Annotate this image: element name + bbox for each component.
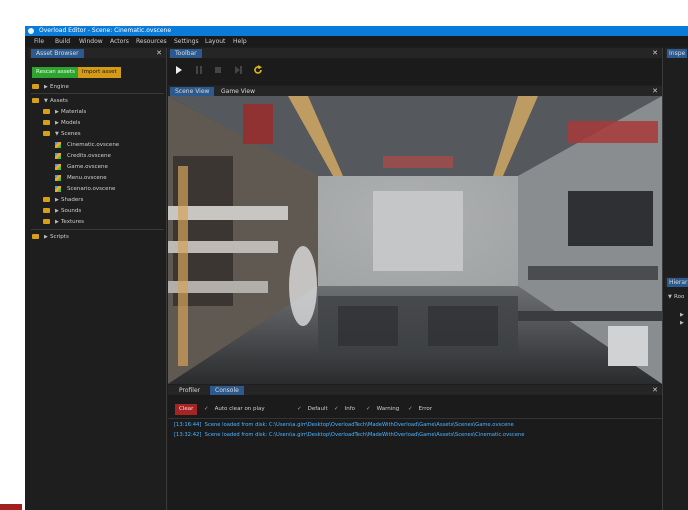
folder-icon xyxy=(43,208,50,213)
hierarchy-item[interactable]: ▶ xyxy=(680,318,686,328)
close-icon[interactable]: ✕ xyxy=(652,48,658,58)
splitter[interactable] xyxy=(166,48,167,510)
scene-file-item[interactable]: Game.ovscene xyxy=(55,162,108,172)
menu-settings[interactable]: Settings xyxy=(174,36,199,47)
divider xyxy=(168,418,662,419)
tab-inspector[interactable]: Inspe xyxy=(667,49,688,58)
folder-icon xyxy=(43,197,50,202)
title-bar: Overload Editor - Scene: Cinematic.ovsce… xyxy=(25,26,688,36)
menu-actors[interactable]: Actors xyxy=(110,36,129,47)
folder-icon xyxy=(32,84,39,89)
menu-help[interactable]: Help xyxy=(233,36,247,47)
scene-file-icon xyxy=(55,174,61,181)
folder-icon xyxy=(43,219,50,224)
menu-build[interactable]: Build xyxy=(55,36,70,47)
asset-browser-panel: Asset Browser ✕ Rescan assets Import ass… xyxy=(29,48,166,510)
tree-item-scripts[interactable]: ▶ Scripts xyxy=(32,232,69,242)
tab-scene-view[interactable]: Scene View xyxy=(170,87,215,96)
close-icon[interactable]: ✕ xyxy=(156,48,162,58)
menu-bar: File Build Window Actors Resources Setti… xyxy=(25,36,688,47)
scene-file-item[interactable]: Cinematic.ovscene xyxy=(55,140,119,150)
menu-resources[interactable]: Resources xyxy=(136,36,167,47)
tree-item-engine[interactable]: ▶ Engine xyxy=(32,82,69,92)
pause-icon[interactable] xyxy=(195,66,203,74)
check-icon: ✓ xyxy=(204,406,209,412)
tree-item-textures[interactable]: ▶ Textures xyxy=(43,217,84,227)
folder-icon xyxy=(43,109,50,114)
scene-file-icon xyxy=(55,163,61,170)
asset-browser-header: Asset Browser ✕ xyxy=(29,48,166,58)
folder-icon xyxy=(43,131,50,136)
tree-item-materials[interactable]: ▶ Materials xyxy=(43,107,86,117)
check-icon: ✓ xyxy=(297,406,302,412)
check-icon: ✓ xyxy=(366,406,371,412)
overload-logo-icon xyxy=(28,28,34,34)
tree-item-scenes[interactable]: ▼ Scenes xyxy=(43,129,81,139)
inspector-panel: Inspe xyxy=(665,48,688,276)
divider xyxy=(31,229,164,230)
menu-layout[interactable]: Layout xyxy=(205,36,225,47)
auto-clear-checkbox[interactable]: ✓ Auto clear on play xyxy=(204,404,265,415)
tree-item-models[interactable]: ▶ Models xyxy=(43,118,80,128)
divider xyxy=(31,93,164,94)
scene-file-icon xyxy=(55,141,61,148)
tab-hierarchy[interactable]: Hierar xyxy=(667,278,688,287)
menu-window[interactable]: Window xyxy=(79,36,103,47)
default-checkbox[interactable]: ✓ Default xyxy=(297,404,328,415)
folder-icon xyxy=(43,120,50,125)
toolbar-header: Toolbar ✕ xyxy=(168,48,662,58)
folder-icon xyxy=(32,98,39,103)
scene-file-item[interactable]: Scenario.ovscene xyxy=(55,184,115,194)
log-entry: [13:16:44] Scene loaded from disk: C:\Us… xyxy=(174,422,514,428)
play-icon[interactable] xyxy=(175,66,183,74)
next-frame-icon[interactable] xyxy=(234,66,243,74)
tree-item-assets[interactable]: ▼ Assets xyxy=(32,96,68,106)
toolbar-panel: Toolbar ✕ xyxy=(168,48,662,85)
import-asset-button[interactable]: Import asset xyxy=(78,67,121,78)
stop-icon[interactable] xyxy=(214,66,222,74)
check-icon: ✓ xyxy=(334,406,339,412)
scene-file-icon xyxy=(55,152,61,159)
hierarchy-panel: Hierar ▼ Roo ▶ ▶ xyxy=(665,277,688,510)
tab-toolbar[interactable]: Toolbar xyxy=(170,49,202,58)
console-header: Profiler Console ✕ xyxy=(168,385,662,395)
splitter[interactable] xyxy=(662,48,663,510)
hierarchy-root[interactable]: ▼ Roo xyxy=(668,292,684,302)
inspector-header: Inspe xyxy=(665,48,688,58)
scene-file-item[interactable]: Credits.ovscene xyxy=(55,151,111,161)
log-entry: [13:32:42] Scene loaded from disk: C:\Us… xyxy=(174,432,525,438)
taskbar-icon[interactable] xyxy=(0,504,22,510)
rescan-assets-button[interactable]: Rescan assets xyxy=(32,67,79,78)
menu-file[interactable]: File xyxy=(34,36,44,47)
tree-item-shaders[interactable]: ▶ Shaders xyxy=(43,195,83,205)
tree-item-sounds[interactable]: ▶ Sounds xyxy=(43,206,81,216)
refresh-icon[interactable] xyxy=(253,65,263,75)
close-icon[interactable]: ✕ xyxy=(652,385,658,395)
tab-game-view[interactable]: Game View xyxy=(216,87,260,96)
viewport-panel: Scene View Game View ✕ xyxy=(168,86,662,384)
folder-icon xyxy=(32,234,39,239)
error-checkbox[interactable]: ✓ Error xyxy=(408,404,432,415)
close-icon[interactable]: ✕ xyxy=(652,86,658,96)
tab-profiler[interactable]: Profiler xyxy=(174,386,205,395)
tab-console[interactable]: Console xyxy=(210,386,244,395)
check-icon: ✓ xyxy=(408,406,413,412)
warning-checkbox[interactable]: ✓ Warning xyxy=(366,404,399,415)
hierarchy-header: Hierar xyxy=(665,277,688,287)
console-panel: Profiler Console ✕ Clear ✓ Auto clear on … xyxy=(168,385,662,510)
viewport-header: Scene View Game View ✕ xyxy=(168,86,662,96)
editor-window: Overload Editor - Scene: Cinematic.ovsce… xyxy=(25,26,688,510)
clear-button[interactable]: Clear xyxy=(175,404,198,415)
chevron-right-icon: ▶ xyxy=(680,320,684,326)
scene-render[interactable] xyxy=(168,96,662,384)
tab-asset-browser[interactable]: Asset Browser xyxy=(31,49,84,58)
scene-file-icon xyxy=(55,185,61,192)
window-title: Overload Editor - Scene: Cinematic.ovsce… xyxy=(39,27,172,34)
info-checkbox[interactable]: ✓ Info xyxy=(334,404,355,415)
scene-file-item[interactable]: Menu.ovscene xyxy=(55,173,107,183)
